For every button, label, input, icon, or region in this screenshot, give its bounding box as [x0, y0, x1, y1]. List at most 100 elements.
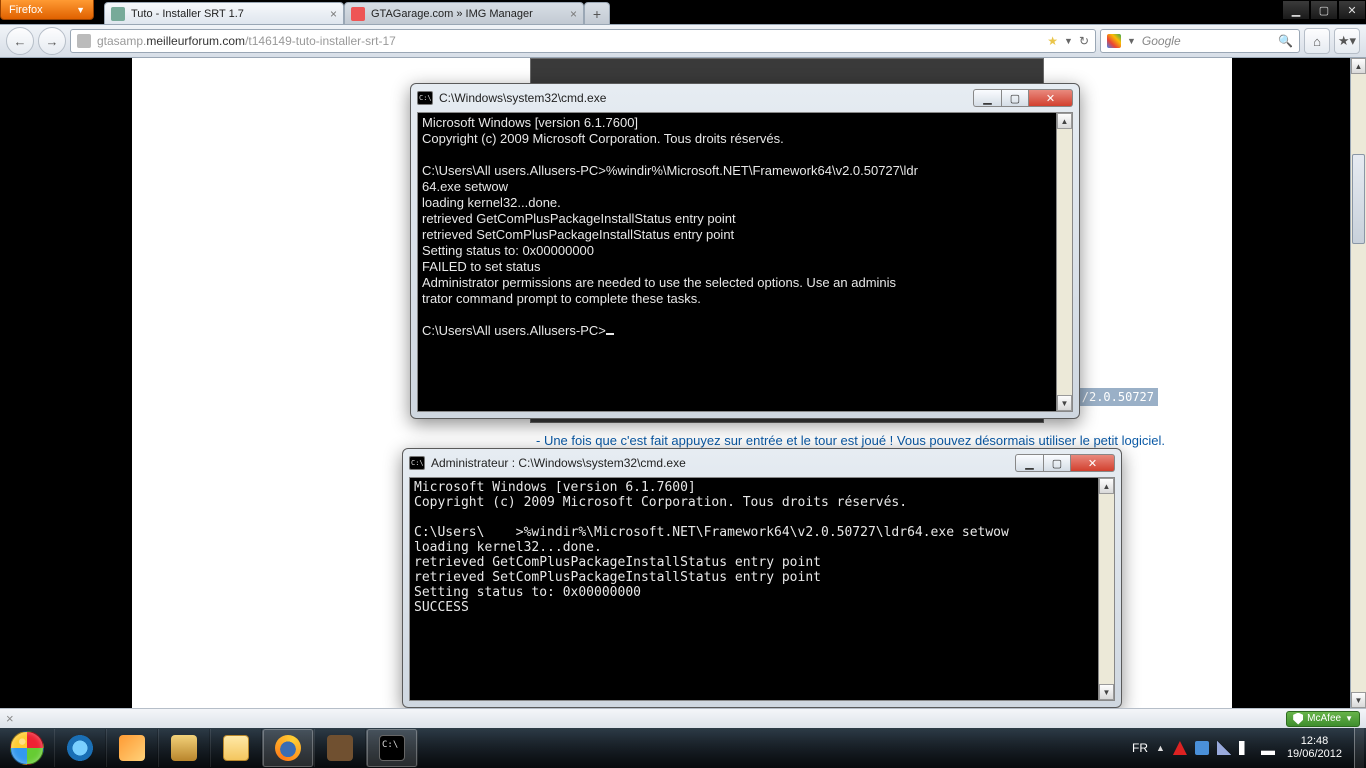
new-tab-button[interactable]: +: [584, 2, 610, 24]
search-bar[interactable]: ▼ Google 🔍: [1100, 29, 1300, 53]
system-tray: FR ▲ 12:48 19/06/2012: [1132, 728, 1366, 768]
scroll-down-icon[interactable]: ▼: [1351, 692, 1366, 708]
mcafee-label: McAfee: [1307, 713, 1341, 724]
cmd-client-area[interactable]: Microsoft Windows [version 6.1.7600] Cop…: [417, 112, 1073, 412]
close-button[interactable]: ✕: [1071, 454, 1115, 472]
taskbar-item-explorer[interactable]: [210, 729, 262, 767]
maximize-button[interactable]: ▢: [1001, 89, 1029, 107]
favicon-icon: [111, 7, 125, 21]
chevron-down-icon: ▼: [1345, 714, 1353, 723]
app-icon: [327, 735, 353, 761]
cmd-window-admin: Administrateur : C:\Windows\system32\cmd…: [402, 448, 1122, 708]
taskbar-item-paint[interactable]: [158, 729, 210, 767]
cmd-scrollbar[interactable]: ▲ ▼: [1098, 478, 1114, 700]
tray-clock[interactable]: 12:48 19/06/2012: [1283, 735, 1346, 761]
tab-title: Tuto - Installer SRT 1.7: [131, 8, 244, 20]
tab-title: GTAGarage.com » IMG Manager: [371, 8, 533, 20]
google-icon: [1107, 34, 1121, 48]
search-icon[interactable]: 🔍: [1278, 34, 1293, 48]
scroll-track[interactable]: [1057, 129, 1072, 395]
text-cursor: [606, 333, 614, 335]
input-language-indicator[interactable]: FR: [1132, 741, 1148, 755]
url-dropdown-icon[interactable]: ▼: [1064, 36, 1073, 46]
navigation-toolbar: ← → gtasamp.meilleurforum.com/t146149-tu…: [0, 24, 1366, 58]
tab-inactive[interactable]: GTAGarage.com » IMG Manager ×: [344, 2, 584, 24]
chevron-down-icon: ▼: [76, 5, 85, 15]
cmd-output-text: Microsoft Windows [version 6.1.7600] Cop…: [410, 478, 1114, 617]
cmd-icon: [409, 456, 425, 470]
url-text: gtasamp.meilleurforum.com/t146149-tuto-i…: [97, 34, 396, 48]
chevron-down-icon[interactable]: ▼: [1127, 36, 1136, 46]
cmd-titlebar[interactable]: Administrateur : C:\Windows\system32\cmd…: [403, 449, 1121, 477]
close-button[interactable]: ✕: [1338, 0, 1366, 20]
bookmarks-menu-button[interactable]: ★▾: [1334, 28, 1360, 54]
file-explorer-icon: [223, 735, 249, 761]
media-player-icon: [119, 735, 145, 761]
tab-strip: Tuto - Installer SRT 1.7 × GTAGarage.com…: [104, 0, 610, 24]
cmd-client-area[interactable]: Microsoft Windows [version 6.1.7600] Cop…: [409, 477, 1115, 701]
cmd-scrollbar[interactable]: ▲ ▼: [1056, 113, 1072, 411]
tab-active[interactable]: Tuto - Installer SRT 1.7 ×: [104, 2, 344, 24]
taskbar-item-app[interactable]: [314, 729, 366, 767]
scroll-track[interactable]: [1351, 74, 1366, 692]
taskbar-item-cmd[interactable]: [366, 729, 418, 767]
show-hidden-icons-icon[interactable]: ▲: [1156, 743, 1165, 753]
safely-remove-icon[interactable]: [1217, 741, 1231, 755]
maximize-button[interactable]: ▢: [1310, 0, 1338, 20]
scroll-down-icon[interactable]: ▼: [1057, 395, 1072, 411]
minimize-button[interactable]: ▁: [1282, 0, 1310, 20]
network-icon[interactable]: [1261, 741, 1275, 755]
search-placeholder: Google: [1142, 34, 1181, 48]
taskbar-item-ie[interactable]: [54, 729, 106, 767]
back-button[interactable]: ←: [6, 27, 34, 55]
firefox-icon: [275, 735, 301, 761]
volume-icon[interactable]: [1239, 741, 1253, 755]
page-scrollbar[interactable]: ▲ ▼: [1350, 58, 1366, 708]
avira-tray-icon[interactable]: [1173, 741, 1187, 755]
taskbar-item-firefox[interactable]: [262, 729, 314, 767]
firefox-menu-label: Firefox: [9, 4, 43, 16]
taskbar-item-wmp[interactable]: [106, 729, 158, 767]
minimize-button[interactable]: ▁: [1015, 454, 1043, 472]
mcafee-badge[interactable]: McAfee ▼: [1286, 711, 1360, 727]
home-button[interactable]: ⌂: [1304, 28, 1330, 54]
window-controls: ▁ ▢ ✕: [1282, 0, 1366, 20]
start-button[interactable]: [0, 728, 54, 768]
cmd-output-text: Microsoft Windows [version 6.1.7600] Cop…: [418, 113, 1072, 341]
internet-explorer-icon: [67, 735, 93, 761]
cmd-window-user: C:\Windows\system32\cmd.exe ▁ ▢ ✕ Micros…: [410, 83, 1080, 419]
url-bar[interactable]: gtasamp.meilleurforum.com/t146149-tuto-i…: [70, 29, 1096, 53]
cmd-window-controls: ▁ ▢ ✕: [973, 89, 1073, 107]
scroll-up-icon[interactable]: ▲: [1057, 113, 1072, 129]
tab-close-icon[interactable]: ×: [330, 7, 337, 21]
cmd-titlebar[interactable]: C:\Windows\system32\cmd.exe ▁ ▢ ✕: [411, 84, 1079, 112]
tab-close-icon[interactable]: ×: [570, 7, 577, 21]
tray-date: 19/06/2012: [1287, 748, 1342, 761]
shield-icon: [1293, 713, 1303, 725]
scroll-down-icon[interactable]: ▼: [1099, 684, 1114, 700]
addon-bar: × McAfee ▼: [0, 708, 1366, 728]
cmd-icon: [417, 91, 433, 105]
close-button[interactable]: ✕: [1029, 89, 1073, 107]
action-center-icon[interactable]: [1195, 741, 1209, 755]
scroll-thumb[interactable]: [1352, 154, 1365, 244]
forward-button[interactable]: →: [38, 27, 66, 55]
paint-icon: [171, 735, 197, 761]
minimize-button[interactable]: ▁: [973, 89, 1001, 107]
cmd-title-text: Administrateur : C:\Windows\system32\cmd…: [431, 456, 1009, 470]
addon-bar-close-icon[interactable]: ×: [6, 711, 14, 726]
maximize-button[interactable]: ▢: [1043, 454, 1071, 472]
firefox-menu-button[interactable]: Firefox ▼: [0, 0, 94, 20]
scroll-track[interactable]: [1099, 494, 1114, 684]
windows-orb-icon: [10, 731, 44, 765]
scroll-up-icon[interactable]: ▲: [1351, 58, 1366, 74]
taskbar: FR ▲ 12:48 19/06/2012: [0, 728, 1366, 768]
scroll-up-icon[interactable]: ▲: [1099, 478, 1114, 494]
show-desktop-button[interactable]: [1354, 728, 1364, 768]
selected-text-hint: /2.0.50727: [1078, 388, 1158, 406]
cmd-icon: [379, 735, 405, 761]
site-identity-icon[interactable]: [77, 34, 91, 48]
reload-icon[interactable]: ↻: [1079, 34, 1089, 48]
tray-time: 12:48: [1287, 735, 1342, 748]
bookmark-star-icon[interactable]: ★: [1047, 34, 1058, 48]
